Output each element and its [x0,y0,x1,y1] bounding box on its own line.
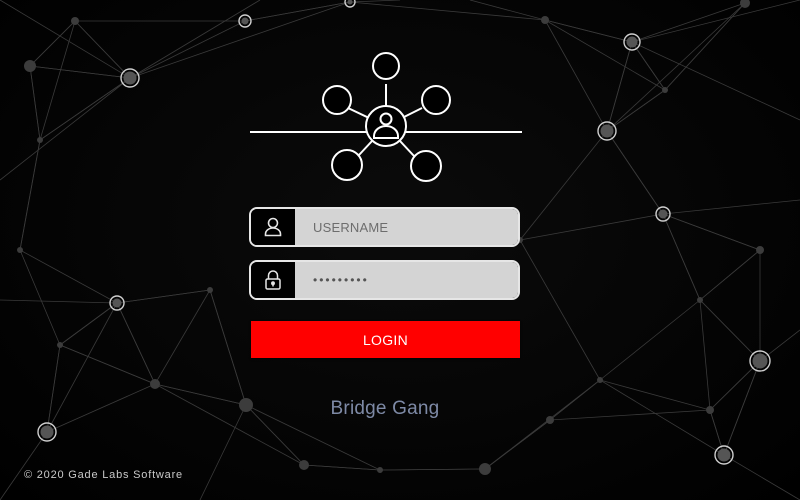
password-field[interactable] [249,260,520,300]
copyright-text: © 2020 Gade Labs Software [24,469,183,481]
user-icon [251,209,295,245]
login-screen: LOGIN Bridge Gang © 2020 Gade Labs Softw… [0,0,800,500]
username-field[interactable] [249,207,520,247]
padlock-icon [251,262,295,298]
username-input[interactable] [295,209,518,245]
login-button[interactable]: LOGIN [251,321,520,358]
brand-name: Bridge Gang [330,398,440,419]
password-input[interactable] [295,262,518,298]
network-user-icon [250,52,522,182]
